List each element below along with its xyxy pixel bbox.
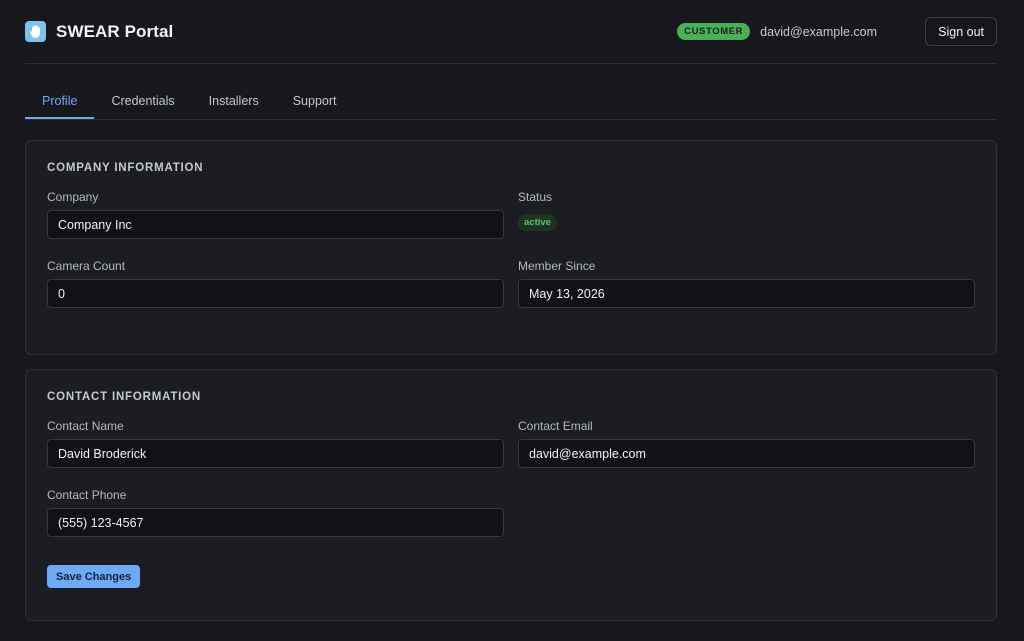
contact-email-field-group: Contact Email (518, 419, 975, 468)
contact-section-title: CONTACT INFORMATION (47, 391, 202, 403)
member-since-field-group: Member Since (518, 259, 975, 308)
company-information-card: COMPANY INFORMATION Company Status activ… (25, 140, 997, 355)
contact-email-label: Contact Email (518, 419, 593, 433)
tab-profile[interactable]: Profile (25, 83, 95, 119)
member-since-label: Member Since (518, 259, 596, 273)
header-user-area: CUSTOMER david@example.com Sign out (677, 17, 997, 46)
camera-count-label: Camera Count (47, 259, 126, 273)
tab-credentials[interactable]: Credentials (94, 83, 191, 119)
member-since-input[interactable] (518, 279, 975, 308)
empty-grid-cell (518, 488, 975, 489)
camera-count-input[interactable] (47, 279, 504, 308)
sign-out-button[interactable]: Sign out (925, 17, 997, 46)
role-badge: CUSTOMER (677, 23, 751, 40)
save-changes-button[interactable]: Save Changes (47, 565, 141, 588)
camera-count-field-group: Camera Count (47, 259, 504, 308)
company-fields: Company Status active Camera Count Membe… (47, 190, 976, 308)
status-label: Status (518, 190, 553, 204)
app-title: SWEAR Portal (56, 21, 174, 41)
status-badge: active (518, 214, 557, 231)
contact-phone-label: Contact Phone (47, 488, 127, 502)
company-input[interactable] (47, 210, 504, 239)
brand[interactable]: SWEAR Portal (25, 21, 173, 42)
company-section-title: COMPANY INFORMATION (47, 162, 204, 174)
contact-information-card: CONTACT INFORMATION Contact Name Contact… (25, 369, 997, 621)
contact-phone-field-group: Contact Phone (47, 488, 504, 537)
hand-icon (25, 21, 46, 42)
tab-bar: Profile Credentials Installers Support (25, 83, 997, 120)
contact-name-input[interactable] (47, 439, 504, 468)
status-field-group: Status active (518, 190, 975, 239)
contact-fields: Contact Name Contact Email Contact Phone (47, 419, 976, 537)
company-field-group: Company (47, 190, 504, 239)
tab-installers[interactable]: Installers (192, 83, 276, 119)
tab-support[interactable]: Support (276, 83, 354, 119)
company-label: Company (47, 190, 99, 204)
contact-phone-input[interactable] (47, 508, 504, 537)
contact-name-field-group: Contact Name (47, 419, 504, 468)
user-email: david@example.com (760, 24, 878, 39)
contact-name-label: Contact Name (47, 419, 124, 433)
portal-page: SWEAR Portal CUSTOMER david@example.com … (0, 0, 1024, 641)
top-header: SWEAR Portal CUSTOMER david@example.com … (25, 0, 997, 64)
contact-email-input[interactable] (518, 439, 975, 468)
